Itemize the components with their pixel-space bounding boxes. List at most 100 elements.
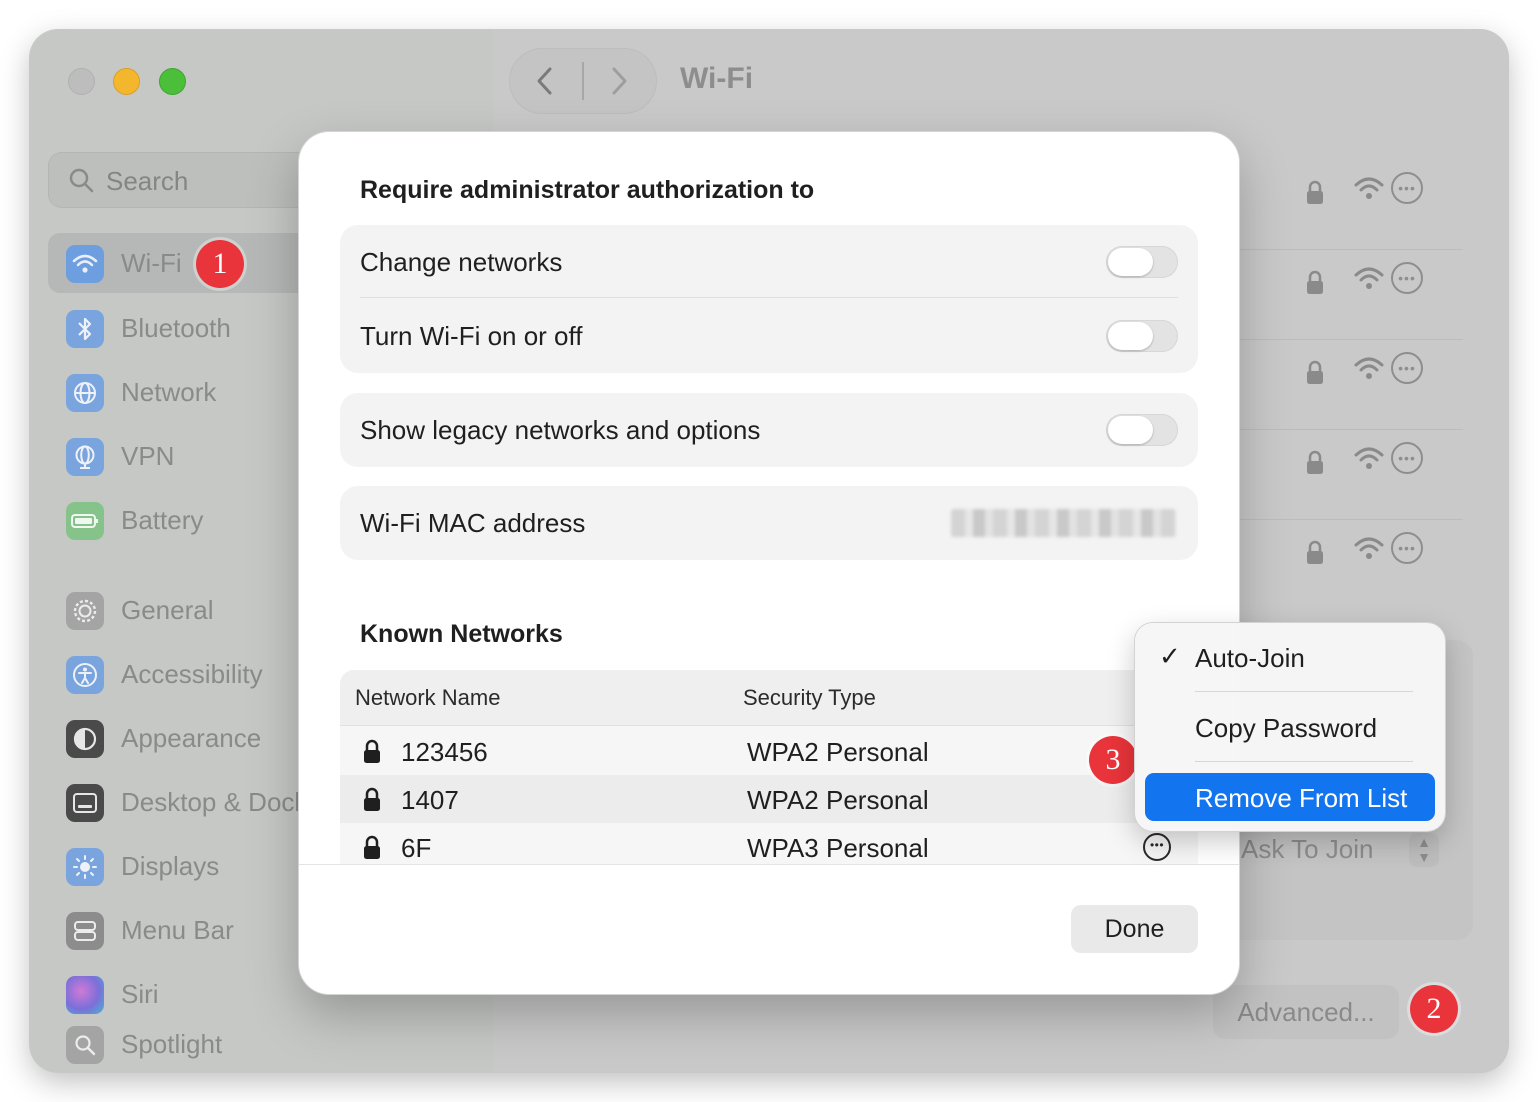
gear-icon xyxy=(66,592,104,630)
security-type: WPA3 Personal xyxy=(747,833,929,863)
table-row[interactable]: 6F WPA3 Personal ••• xyxy=(340,823,1198,864)
battery-icon xyxy=(66,502,104,540)
back-arrow-icon[interactable] xyxy=(535,66,555,96)
lock-icon xyxy=(364,835,380,859)
bg-network-row: ••• xyxy=(1233,430,1483,520)
change-networks-toggle[interactable] xyxy=(1106,246,1178,278)
turn-wifi-label: Turn Wi-Fi on or off xyxy=(360,321,583,351)
wifi-signal-icon xyxy=(1354,447,1384,469)
siri-icon xyxy=(66,976,104,1014)
network-name: 6F xyxy=(401,833,432,863)
mac-label: Wi-Fi MAC address xyxy=(360,508,586,538)
column-security-type[interactable]: Security Type xyxy=(743,685,876,711)
more-options-icon[interactable]: ••• xyxy=(1391,262,1423,294)
network-name: 123456 xyxy=(401,737,488,767)
lock-icon xyxy=(1307,360,1323,384)
auth-heading: Require administrator authorization to xyxy=(360,176,815,204)
sidebar-item-label: Accessibility xyxy=(121,659,263,689)
menu-item-remove-from-list[interactable]: Remove From List xyxy=(1145,773,1435,821)
row-divider xyxy=(360,297,1178,298)
change-networks-row: Change networks xyxy=(340,225,1198,298)
menu-bar-icon xyxy=(66,912,104,950)
menu-item-label: Remove From List xyxy=(1195,783,1408,813)
ask-to-join-stepper-icon[interactable]: ▲ ▼ xyxy=(1409,833,1439,867)
table-row[interactable]: 1407 WPA2 Personal xyxy=(340,775,1198,823)
more-options-icon[interactable]: ••• xyxy=(1391,442,1423,474)
close-window-button[interactable] xyxy=(68,68,95,95)
dock-icon xyxy=(66,784,104,822)
lock-icon xyxy=(1307,270,1323,294)
change-networks-label: Change networks xyxy=(360,247,563,277)
vpn-globe-icon xyxy=(66,438,104,476)
mac-row: Wi-Fi MAC address xyxy=(340,486,1198,559)
sidebar-item-label: Bluetooth xyxy=(121,313,231,343)
annotation-badge-3: 3 xyxy=(1089,736,1137,784)
lock-icon xyxy=(1307,180,1323,204)
menu-item-auto-join[interactable]: ✓ Auto-Join xyxy=(1145,633,1435,681)
turn-wifi-row: Turn Wi-Fi on or off xyxy=(340,299,1198,372)
sidebar-item-label: Desktop & Dock xyxy=(121,787,308,817)
magnifier-icon xyxy=(66,1026,104,1064)
globe-icon xyxy=(66,374,104,412)
wifi-icon xyxy=(66,245,104,283)
bluetooth-icon xyxy=(66,310,104,348)
network-name: 1407 xyxy=(401,785,459,815)
security-type: WPA2 Personal xyxy=(747,737,929,767)
more-options-icon[interactable]: ••• xyxy=(1391,532,1423,564)
menu-item-label: Copy Password xyxy=(1195,713,1378,743)
sidebar-item-label: Battery xyxy=(121,505,204,535)
nav-separator xyxy=(582,62,584,100)
turn-wifi-toggle[interactable] xyxy=(1106,320,1178,352)
bg-network-row: ••• xyxy=(1233,340,1483,430)
sidebar-item-label: Spotlight xyxy=(121,1029,223,1059)
sidebar-item-label: Wi-Fi xyxy=(121,248,182,278)
legacy-row: Show legacy networks and options xyxy=(340,393,1198,466)
mac-address-redacted xyxy=(951,509,1176,537)
forward-arrow-icon[interactable] xyxy=(609,66,629,96)
navigation-pill xyxy=(509,48,657,114)
advanced-settings-sheet: Require administrator authorization to C… xyxy=(299,132,1239,994)
advanced-button[interactable]: Advanced... xyxy=(1213,985,1399,1039)
sidebar-item-label: Displays xyxy=(121,851,220,881)
menu-item-copy-password[interactable]: Copy Password xyxy=(1145,703,1435,751)
wifi-signal-icon xyxy=(1354,177,1384,199)
wifi-signal-icon xyxy=(1354,537,1384,559)
table-header: Network Name Security Type xyxy=(340,670,1198,726)
bg-network-row: ••• xyxy=(1233,250,1483,340)
table-row[interactable]: 123456 WPA2 Personal xyxy=(340,727,1198,775)
zoom-window-button[interactable] xyxy=(159,68,186,95)
legacy-group: Show legacy networks and options xyxy=(340,393,1198,467)
annotation-badge-1: 1 xyxy=(196,240,244,288)
checkmark-icon: ✓ xyxy=(1159,641,1181,671)
lock-icon xyxy=(1307,540,1323,564)
accessibility-icon xyxy=(66,656,104,694)
more-options-icon[interactable]: ••• xyxy=(1391,172,1423,204)
column-network-name[interactable]: Network Name xyxy=(355,685,500,711)
wifi-signal-icon xyxy=(1354,357,1384,379)
sidebar-item-spotlight[interactable]: Spotlight xyxy=(48,1014,468,1072)
menu-divider xyxy=(1195,691,1413,692)
sidebar-item-label: Siri xyxy=(121,979,159,1009)
wifi-signal-icon xyxy=(1354,267,1384,289)
minimize-window-button[interactable] xyxy=(113,68,140,95)
more-options-icon[interactable]: ••• xyxy=(1143,833,1171,861)
known-networks-table: Network Name Security Type 123456 WPA2 P… xyxy=(340,670,1198,864)
show-legacy-toggle[interactable] xyxy=(1106,414,1178,446)
auth-group: Change networks Turn Wi-Fi on or off xyxy=(340,225,1198,373)
annotation-badge-2: 2 xyxy=(1410,985,1458,1033)
sidebar-item-label: Menu Bar xyxy=(121,915,234,945)
appearance-icon xyxy=(66,720,104,758)
security-type: WPA2 Personal xyxy=(747,785,929,815)
lock-icon xyxy=(1307,450,1323,474)
sidebar-item-label: VPN xyxy=(121,441,175,471)
known-networks-heading: Known Networks xyxy=(360,620,563,648)
menu-divider xyxy=(1195,761,1413,762)
menu-item-label: Auto-Join xyxy=(1195,643,1305,673)
sidebar-item-label: Network xyxy=(121,377,217,407)
search-icon xyxy=(69,168,94,193)
lock-icon xyxy=(364,787,380,811)
sidebar-item-label: Appearance xyxy=(121,723,262,753)
more-options-icon[interactable]: ••• xyxy=(1391,352,1423,384)
ask-to-join-value[interactable]: Ask To Join xyxy=(1241,834,1373,865)
done-button[interactable]: Done xyxy=(1071,905,1198,953)
